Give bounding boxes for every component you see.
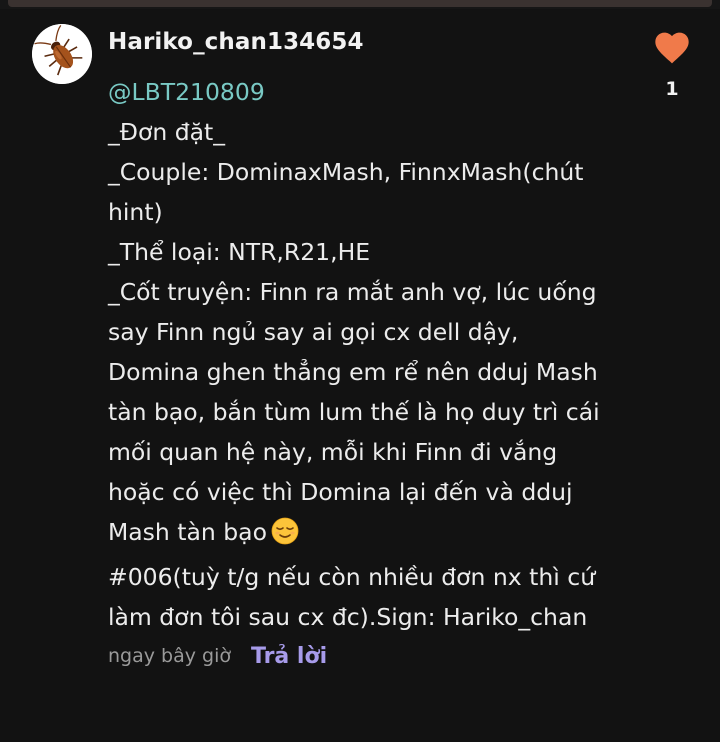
like-count: 1 [665, 78, 679, 100]
timestamp: ngay bây giờ [108, 645, 231, 667]
previous-item-edge [0, 0, 720, 9]
comment-line: say Finn ngủ say ai gọi cx dell dậy, [108, 318, 519, 346]
relieved-face-emoji [271, 517, 299, 557]
comment-line: _Thể loại: NTR,R21,HE [108, 238, 371, 266]
comment-line-with-emoji: Mash tàn bạo [108, 512, 608, 557]
comment-line-text: Mash tàn bạo [108, 518, 267, 546]
comment-line: _Couple: DominaxMash, FinnxMash(chút [108, 158, 584, 186]
previous-item-bar [8, 0, 712, 7]
comment-line: _Đơn đặt_ [108, 118, 225, 146]
comment-line: #006(tuỳ t/g nếu còn nhiều đơn nx thì cứ [108, 563, 596, 591]
cockroach-icon [32, 24, 92, 84]
comment-username[interactable]: Hariko_chan134654 [108, 29, 364, 55]
comment-line: Domina ghen thẳng em rể nên dduj Mash [108, 358, 598, 386]
comment-line: hoặc có việc thì Domina lại đến và dduj [108, 478, 573, 506]
like-button[interactable] [652, 28, 692, 68]
heart-icon [655, 32, 689, 64]
comment-meta: ngay bây giờ Trả lời [108, 640, 327, 672]
comment-line: hint) [108, 198, 163, 226]
comment-line: làm đơn tôi sau cx đc).Sign: Hariko_chan [108, 603, 588, 631]
reply-button[interactable]: Trả lời [251, 644, 327, 669]
comment-line: _Cốt truyện: Finn ra mắt anh vợ, lúc uốn… [108, 278, 597, 306]
mention-link[interactable]: @LBT210809 [108, 72, 608, 112]
comment-body: @LBT210809 _Đơn đặt_ _Couple: DominaxMas… [108, 72, 608, 637]
comment-line: tàn bạo, bắn tùm lum thế là họ duy trì c… [108, 398, 600, 426]
comment-line: mối quan hệ này, mỗi khi Finn đi vắng [108, 438, 558, 466]
avatar[interactable] [32, 24, 92, 84]
